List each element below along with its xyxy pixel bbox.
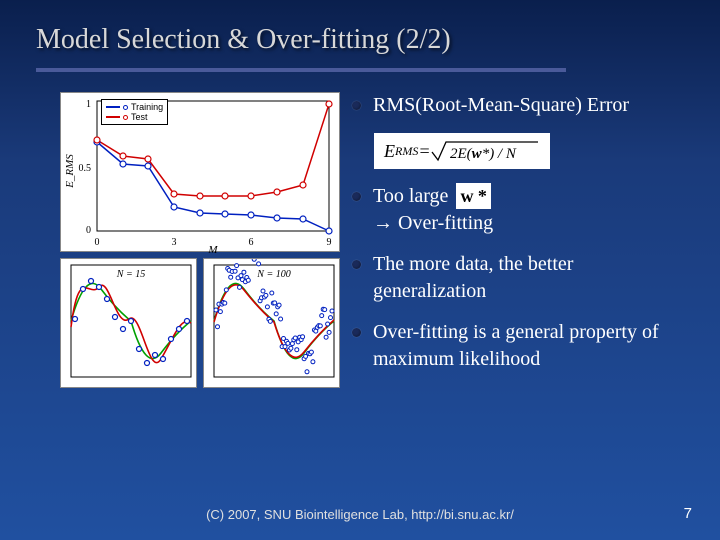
svg-text:0: 0	[86, 225, 91, 236]
svg-text:M: M	[207, 244, 218, 253]
svg-text:2E(w*) / N: 2E(w*) / N	[450, 146, 517, 162]
bullet-more-data: The more data, the better generalization	[352, 251, 676, 305]
bullet-icon	[352, 328, 361, 337]
bullet-ml-property: Over-fitting is a general property of ma…	[352, 319, 676, 373]
n100-chart: N = 100	[203, 258, 340, 388]
svg-text:9: 9	[327, 237, 332, 248]
bullet-icon	[352, 101, 361, 110]
bullet-too-large: Too large w * → Over-fitting	[352, 183, 676, 237]
slide-title: Model Selection & Over-fitting (2/2)	[36, 24, 684, 56]
bullet-icon	[352, 192, 361, 201]
n15-label: N = 15	[116, 269, 145, 280]
n15-chart: N = 15	[60, 258, 197, 388]
bullet-icon	[352, 260, 361, 269]
svg-text:E_RMS: E_RMS	[64, 154, 76, 189]
rms-error-chart: 0 0.5 1 0 3 6 9 M E_RMS	[60, 92, 340, 252]
page-number: 7	[684, 505, 692, 522]
svg-text:0: 0	[95, 237, 100, 248]
svg-text:0.5: 0.5	[79, 163, 92, 174]
slide-footer: (C) 2007, SNU Biointelligence Lab, http:…	[0, 507, 720, 522]
n100-label: N = 100	[256, 269, 290, 280]
bullets-column: RMS(Root-Mean-Square) Error ERMS = 2E(w*…	[352, 92, 696, 388]
figures-column: 0 0.5 1 0 3 6 9 M E_RMS	[60, 92, 340, 388]
w-star-symbol: w *	[456, 183, 491, 209]
svg-text:3: 3	[172, 237, 177, 248]
rms-formula: ERMS = 2E(w*) / N	[374, 133, 676, 169]
bullet-rms: RMS(Root-Mean-Square) Error	[352, 92, 676, 119]
chart-legend: Training Test	[101, 99, 168, 125]
svg-text:1: 1	[86, 99, 91, 110]
svg-text:6: 6	[249, 237, 254, 248]
